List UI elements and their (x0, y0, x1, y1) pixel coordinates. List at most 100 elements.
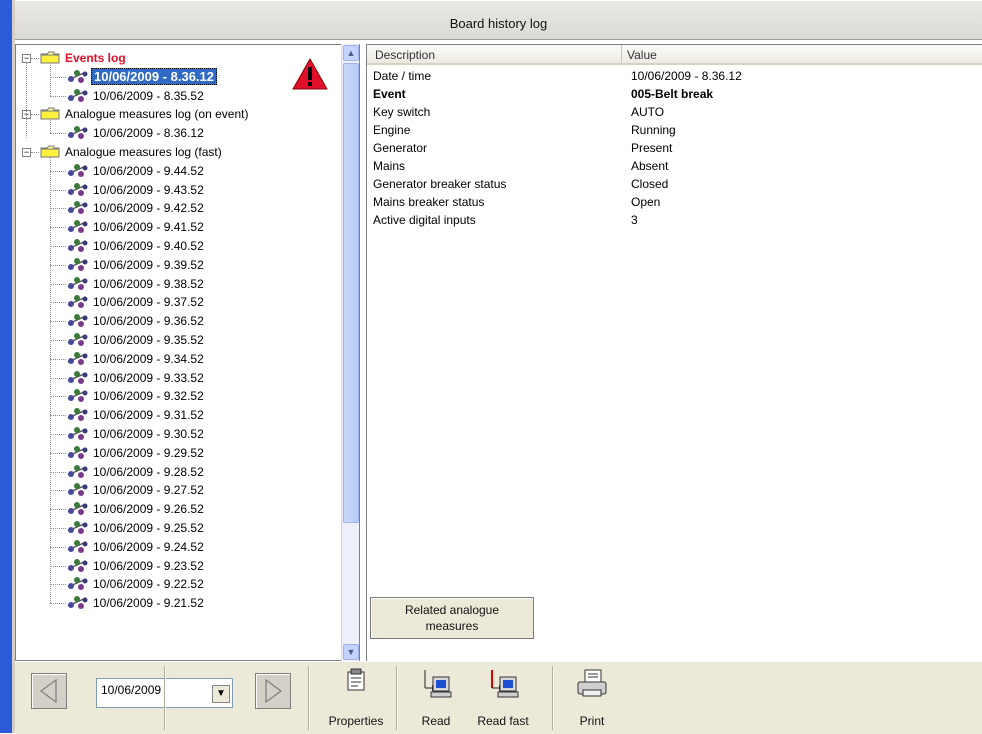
tree-connector (50, 565, 66, 567)
log-entry-icon (66, 406, 88, 422)
tree-item[interactable]: 10/06/2009 - 9.29.52 (66, 444, 206, 462)
tree-connector (50, 490, 66, 492)
tree-item[interactable]: 10/06/2009 - 8.36.12 (66, 124, 206, 142)
previous-date-button[interactable] (31, 673, 67, 709)
tree-item-label: 10/06/2009 - 8.36.12 (91, 67, 217, 85)
warning-triangle-icon (291, 57, 329, 94)
tree-connector (31, 114, 39, 116)
tree-connector (31, 152, 39, 153)
detail-row[interactable]: Event 005-Belt break (373, 85, 973, 103)
column-separator[interactable] (621, 45, 622, 63)
tree-item[interactable]: 10/06/2009 - 9.27.52 (66, 481, 206, 499)
tree-connector (50, 434, 66, 435)
tree-item[interactable]: 10/06/2009 - 9.44.52 (66, 162, 206, 180)
log-entry-icon (66, 162, 88, 178)
tree-item[interactable]: 10/06/2009 - 9.33.52 (66, 369, 206, 387)
column-header-description[interactable]: Description (375, 48, 435, 62)
log-entry-icon (66, 500, 88, 516)
tree-item[interactable]: 10/06/2009 - 9.26.52 (66, 500, 206, 518)
toolbar-separator (308, 666, 310, 730)
tree-item[interactable]: 10/06/2009 - 9.42.52 (66, 199, 206, 217)
tree-item[interactable]: 10/06/2009 - 9.21.52 (66, 594, 206, 612)
tree-item-label: 10/06/2009 - 9.40.52 (93, 239, 204, 253)
scroll-down-button[interactable]: ▼ (343, 644, 359, 660)
tree-item[interactable]: 10/06/2009 - 9.22.52 (66, 575, 206, 593)
tree-group-events-log[interactable]: Events log (40, 49, 128, 67)
tree-connector (50, 302, 66, 304)
scroll-thumb[interactable] (343, 63, 359, 523)
properties-button[interactable]: Properties (321, 662, 391, 734)
detail-row[interactable]: Mains breaker status Open (373, 193, 973, 211)
print-button[interactable]: Print (567, 662, 617, 734)
tree-connector (50, 283, 66, 285)
tree-item[interactable]: 10/06/2009 - 9.31.52 (66, 406, 206, 424)
tree-item[interactable]: 10/06/2009 - 9.25.52 (66, 519, 206, 537)
chevron-down-icon[interactable]: ▼ (212, 685, 230, 703)
tree-item[interactable]: 10/06/2009 - 9.40.52 (66, 237, 206, 255)
detail-value: 005-Belt break (631, 87, 714, 101)
tree-view[interactable]: − Events log 10/06/2009 - 8.36.12 10/06/200… (15, 44, 360, 661)
detail-row[interactable]: Date / time 10/06/2009 - 8.36.12 (373, 67, 973, 85)
scroll-up-button[interactable]: ▲ (343, 45, 359, 61)
related-button-line2: measures (425, 619, 479, 633)
read-button[interactable]: Read (408, 662, 464, 734)
log-entry-icon (66, 444, 88, 460)
read-fast-button[interactable]: Read fast (471, 662, 535, 734)
read-computer-icon (424, 670, 452, 698)
detail-row[interactable]: Key switch AUTO (373, 103, 973, 121)
tree-connector (50, 340, 66, 341)
log-entry-icon (66, 218, 88, 234)
detail-row[interactable]: Engine Running (373, 121, 973, 139)
log-entry-icon (66, 519, 88, 535)
log-entry-icon (66, 538, 88, 554)
tree-group-analogue-on-event[interactable]: Analogue measures log (on event) (40, 105, 250, 123)
tree-item[interactable]: 10/06/2009 - 9.23.52 (66, 557, 206, 575)
tree-connector (26, 63, 27, 139)
tree-item[interactable]: 10/06/2009 - 8.35.52 (66, 87, 206, 105)
tree-item[interactable]: 10/06/2009 - 8.36.12 (66, 67, 217, 86)
tree-group-analogue-fast[interactable]: Analogue measures log (fast) (40, 143, 224, 161)
tree-item[interactable]: 10/06/2009 - 9.36.52 (66, 312, 206, 330)
tree-item[interactable]: 10/06/2009 - 9.43.52 (66, 181, 206, 199)
detail-row[interactable]: Generator breaker status Closed (373, 175, 973, 193)
log-entry-icon (66, 369, 88, 385)
tree-scrollbar[interactable]: ▲ ▼ (341, 44, 359, 661)
detail-row[interactable]: Generator Present (373, 139, 973, 157)
tree-item[interactable]: 10/06/2009 - 9.35.52 (66, 331, 206, 349)
tree-item-label: 10/06/2009 - 8.36.12 (93, 126, 204, 141)
tree-group-events-log-expander[interactable]: − (22, 54, 31, 63)
tree-connector (50, 452, 66, 454)
log-entry-icon (66, 293, 88, 309)
log-entry-icon (66, 237, 88, 253)
details-list[interactable]: Description Value Date / time 10/06/2009 … (366, 44, 982, 661)
detail-description: Date / time (373, 69, 432, 83)
tree-item[interactable]: 10/06/2009 - 9.38.52 (66, 275, 206, 293)
window-title: Board history log (449, 16, 548, 31)
tree-item[interactable]: 10/06/2009 - 9.24.52 (66, 538, 206, 556)
detail-description: Engine (373, 123, 411, 137)
column-header-value[interactable]: Value (627, 48, 657, 62)
tree-item-label: 10/06/2009 - 9.27.52 (93, 483, 204, 498)
tree-item[interactable]: 10/06/2009 - 9.30.52 (66, 425, 206, 443)
log-entry-icon (66, 350, 88, 366)
arrow-left-icon (39, 678, 57, 704)
tree-item[interactable]: 10/06/2009 - 9.39.52 (66, 256, 206, 274)
tree-item-label: 10/06/2009 - 9.21.52 (93, 596, 204, 611)
tree-item[interactable]: 10/06/2009 - 9.37.52 (66, 293, 206, 311)
column-header: Description Value (367, 45, 982, 65)
detail-value: Closed (631, 177, 669, 191)
tree-item-label: 10/06/2009 - 9.43.52 (93, 182, 204, 197)
next-date-button[interactable] (255, 673, 291, 709)
detail-value: Present (631, 141, 673, 155)
detail-value: Absent (631, 159, 669, 173)
tree-connector (50, 208, 66, 210)
tree-item[interactable]: 10/06/2009 - 9.32.52 (66, 387, 206, 405)
tree-item[interactable]: 10/06/2009 - 9.41.52 (66, 218, 206, 236)
related-analogue-measures-button[interactable]: Related analogue measures (370, 597, 534, 639)
tree-item[interactable]: 10/06/2009 - 9.28.52 (66, 463, 206, 481)
detail-row[interactable]: Mains Absent (373, 157, 973, 175)
detail-row[interactable]: Active digital inputs 3 (373, 211, 973, 229)
detail-description: Event (373, 87, 406, 101)
tree-group-analogue-fast-expander[interactable]: − (22, 148, 31, 157)
tree-item[interactable]: 10/06/2009 - 9.34.52 (66, 350, 206, 368)
